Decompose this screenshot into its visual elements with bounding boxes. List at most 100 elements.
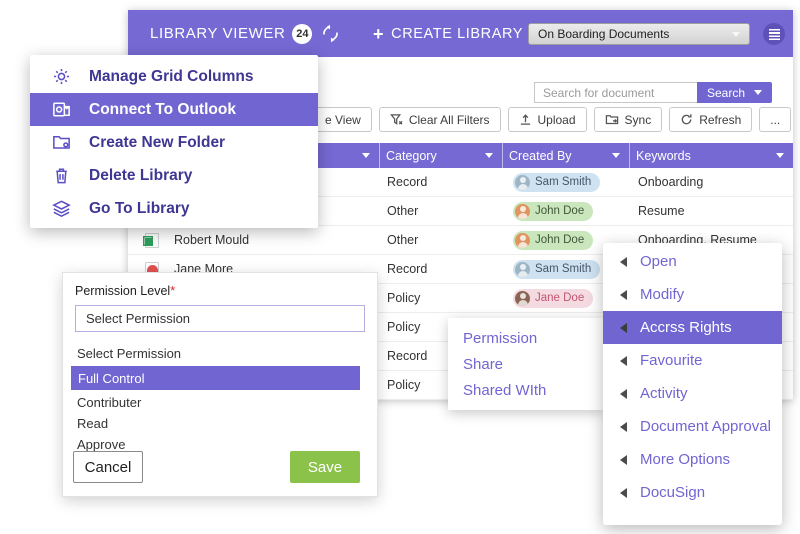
document-name: Robert Mould	[174, 233, 249, 247]
permission-level-label: Permission Level*	[75, 284, 377, 298]
avatar	[515, 291, 530, 306]
search-button-label: Search	[707, 86, 745, 100]
column-header-created-by[interactable]: Created By	[503, 143, 630, 168]
column-label: Created By	[509, 149, 572, 163]
menu-item-label: Connect To Outlook	[89, 101, 236, 119]
permission-option[interactable]: Contributer	[63, 392, 377, 413]
hamburger-menu-button[interactable]	[763, 23, 785, 45]
submenu-item-shared-with[interactable]: Shared WIth	[463, 378, 604, 404]
category-cell: Record	[380, 262, 503, 276]
ellipsis-icon: ...	[770, 113, 780, 127]
column-header-category[interactable]: Category	[380, 143, 503, 168]
row-menu-item-more-options[interactable]: More Options	[603, 443, 782, 476]
category-cell: Policy	[380, 291, 503, 305]
menu-item-delete-library[interactable]: Delete Library	[30, 159, 318, 192]
library-select-value: On Boarding Documents	[538, 27, 669, 41]
column-label: Category	[386, 149, 437, 163]
sync-label: Sync	[625, 113, 652, 127]
created-by-badge: John Doe	[513, 202, 593, 221]
permission-option[interactable]: Read	[63, 413, 377, 434]
row-menu-item-document-approval[interactable]: Document Approval	[603, 410, 782, 443]
row-menu-label: Modify	[640, 286, 684, 303]
hamburger-icon	[769, 29, 780, 40]
filter-icon[interactable]	[612, 153, 620, 158]
refresh-icon[interactable]	[321, 24, 340, 43]
dialog-footer: Cancel Save	[73, 451, 360, 483]
permission-option-selected[interactable]: Full Control	[71, 366, 360, 390]
avatar	[515, 204, 530, 219]
column-label: Keywords	[636, 149, 691, 163]
created-by-name: Jane Doe	[535, 292, 584, 304]
row-menu-label: Favourite	[640, 352, 703, 369]
permission-options-list: Select Permission Full Control Contribut…	[63, 343, 377, 455]
triangle-left-icon	[620, 290, 627, 300]
toolbar: e View Clear All Filters Upload Sync	[294, 107, 791, 132]
submenu-item-share[interactable]: Share	[463, 352, 604, 378]
filter-icon[interactable]	[776, 153, 784, 158]
refresh-label: Refresh	[699, 113, 741, 127]
row-menu-item-modify[interactable]: Modify	[603, 278, 782, 311]
search-button[interactable]: Search	[697, 82, 772, 103]
row-menu-label: Open	[640, 253, 677, 270]
save-button[interactable]: Save	[290, 451, 360, 483]
upload-label: Upload	[538, 113, 576, 127]
menu-item-label: Delete Library	[89, 167, 192, 185]
menu-item-create-new-folder[interactable]: Create New Folder	[30, 126, 318, 159]
layers-icon	[51, 198, 72, 219]
menu-item-manage-grid-columns[interactable]: Manage Grid Columns	[30, 60, 318, 93]
row-menu-item-access-rights[interactable]: Accrss Rights	[603, 311, 782, 344]
created-by-name: Sam Smith	[535, 263, 591, 275]
created-by-badge: John Doe	[513, 231, 593, 250]
row-menu-item-activity[interactable]: Activity	[603, 377, 782, 410]
gear-icon	[51, 66, 72, 87]
clear-all-filters-button[interactable]: Clear All Filters	[379, 107, 501, 132]
triangle-left-icon	[620, 356, 627, 366]
triangle-left-icon	[620, 257, 627, 267]
filter-icon[interactable]	[362, 153, 370, 158]
upload-button[interactable]: Upload	[508, 107, 587, 132]
refresh-icon	[680, 113, 693, 126]
submenu-item-permission[interactable]: Permission	[463, 326, 604, 352]
outlook-icon	[51, 99, 72, 120]
app-header: LIBRARY VIEWER 24 + CREATE LIBRARY On Bo…	[128, 10, 793, 57]
permission-select-display[interactable]: Select Permission	[75, 305, 365, 332]
chevron-down-icon	[732, 32, 740, 37]
menu-item-go-to-library[interactable]: Go To Library	[30, 192, 318, 225]
created-by-name: John Doe	[535, 205, 584, 217]
menu-item-connect-to-outlook[interactable]: Connect To Outlook	[30, 93, 318, 126]
create-library-label: CREATE LIBRARY	[391, 26, 523, 42]
triangle-left-icon	[620, 389, 627, 399]
triangle-left-icon	[620, 323, 627, 333]
more-options-button[interactable]: ...	[759, 107, 791, 132]
upload-icon	[519, 113, 532, 126]
triangle-left-icon	[620, 488, 627, 498]
filter-icon[interactable]	[485, 153, 493, 158]
column-header-keywords[interactable]: Keywords	[630, 143, 793, 168]
keywords-cell: Resume	[630, 204, 793, 218]
created-by-badge: Sam Smith	[513, 260, 600, 279]
refresh-button[interactable]: Refresh	[669, 107, 752, 132]
created-by-name: Sam Smith	[535, 176, 591, 188]
permission-select-value: Select Permission	[86, 311, 190, 326]
row-menu-label: Document Approval	[640, 418, 771, 435]
row-menu-label: More Options	[640, 451, 730, 468]
sync-button[interactable]: Sync	[594, 107, 663, 132]
row-menu-item-docusign[interactable]: DocuSign	[603, 476, 782, 509]
permission-option[interactable]: Select Permission	[63, 343, 377, 364]
search-input[interactable]	[534, 82, 697, 103]
category-cell: Other	[380, 204, 503, 218]
new-folder-icon	[51, 132, 72, 153]
avatar	[515, 233, 530, 248]
row-menu-item-open[interactable]: Open	[603, 245, 782, 278]
plus-icon: +	[373, 25, 384, 43]
library-context-menu: Manage Grid Columns Connect To Outlook C…	[30, 55, 318, 228]
row-menu-item-favourite[interactable]: Favourite	[603, 344, 782, 377]
triangle-left-icon	[620, 455, 627, 465]
chevron-down-icon	[754, 90, 762, 95]
required-asterisk: *	[170, 284, 175, 298]
label-text: Permission Level	[75, 284, 170, 298]
create-library-button[interactable]: + CREATE LIBRARY	[373, 25, 523, 43]
document-count-badge: 24	[292, 24, 312, 44]
library-select-dropdown[interactable]: On Boarding Documents	[528, 23, 750, 45]
cancel-button[interactable]: Cancel	[73, 451, 143, 483]
